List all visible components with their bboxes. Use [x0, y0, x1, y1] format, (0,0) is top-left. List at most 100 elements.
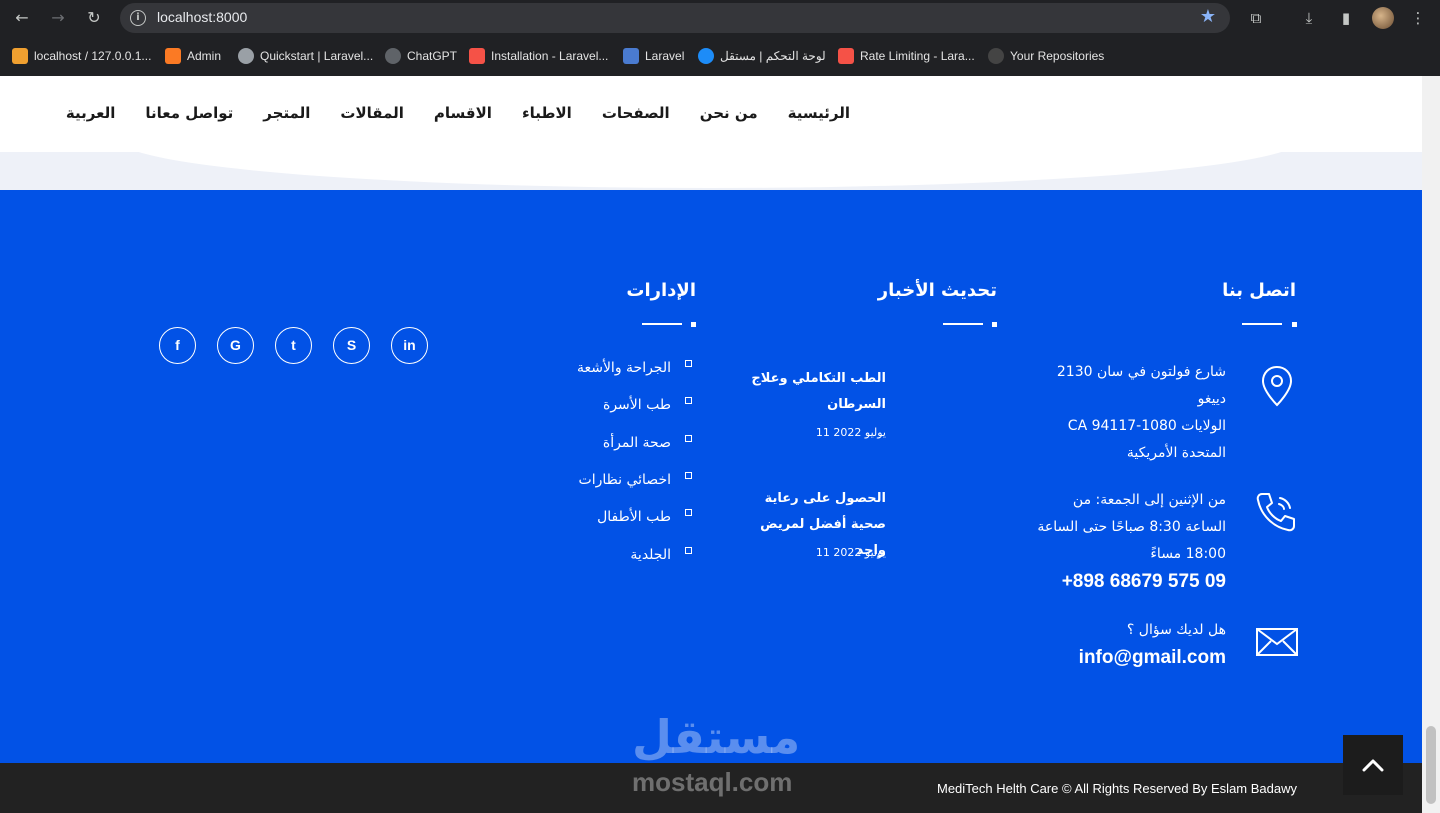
- nav-contact[interactable]: تواصل معانا: [145, 104, 233, 128]
- bookmark-label: localhost / 127.0.0.1...: [34, 49, 152, 63]
- address-bar[interactable]: i localhost:8000 ★: [120, 3, 1230, 33]
- section-divider-wave: [0, 152, 1422, 190]
- title-underline: [943, 323, 983, 325]
- laravel-icon: [469, 48, 485, 64]
- department-link[interactable]: طب الأسرة: [603, 397, 671, 413]
- bookmark-label: Your Repositories: [1010, 49, 1105, 63]
- bookmark-item[interactable]: Quickstart | Laravel...: [238, 47, 373, 65]
- copyright-text: MediTech Helth Care © All Rights Reserve…: [936, 781, 1297, 796]
- side-panel-icon[interactable]: ▮: [1335, 7, 1357, 29]
- skype-icon[interactable]: S: [333, 327, 370, 364]
- news-title: تحديث الأخبار: [877, 280, 997, 301]
- nav-home[interactable]: الرئيسية: [788, 104, 850, 128]
- nav-departments[interactable]: الاقسام: [434, 104, 492, 128]
- menu-icon[interactable]: ⋮: [1407, 7, 1429, 29]
- contact-question: هل لديك سؤال ؟: [1126, 622, 1226, 638]
- hours-line: الساعة 8:30 صباحًا حتى الساعة: [1037, 519, 1226, 535]
- address-line: المتحدة الأمريكية: [1126, 445, 1226, 461]
- title-dot: [1292, 322, 1297, 327]
- bookmark-label: Rate Limiting - Lara...: [860, 49, 975, 63]
- bookmark-item[interactable]: Rate Limiting - Lara...: [838, 47, 975, 65]
- forward-icon[interactable]: →: [46, 6, 70, 30]
- nav-pages[interactable]: الصفحات: [602, 104, 670, 128]
- profile-avatar[interactable]: [1372, 7, 1394, 29]
- bookmark-label: ChatGPT: [407, 49, 458, 63]
- news-item-title[interactable]: الطب التكاملي وعلاج السرطان: [736, 366, 886, 418]
- site-footer: اتصل بنا شارع فولتون في سان 2130 دييغو ا…: [0, 190, 1422, 764]
- title-underline: [1242, 323, 1282, 325]
- contact-phone[interactable]: +898 68679 575 09: [1062, 571, 1226, 593]
- chevron-up-icon: [1362, 759, 1384, 772]
- mostaql-icon: [698, 48, 714, 64]
- department-link[interactable]: طب الأطفال: [597, 509, 671, 525]
- watermark-logo: مستقل: [632, 710, 801, 764]
- contact-email[interactable]: info@gmail.com: [1079, 647, 1226, 669]
- title-dot: [992, 322, 997, 327]
- scroll-to-top-button[interactable]: [1343, 735, 1403, 795]
- bookmark-item[interactable]: ChatGPT: [385, 47, 457, 65]
- list-bullet-icon: [685, 397, 692, 404]
- watermark-text: mostaql.com: [632, 767, 793, 797]
- nav-store[interactable]: المتجر: [263, 104, 310, 128]
- contact-address: شارع فولتون في سان 2130 دييغو الولايات C…: [1026, 359, 1226, 467]
- site-header: الرئيسية من نحن الصفحات الاطباء الاقسام …: [0, 76, 1422, 152]
- nav-articles[interactable]: المقالات: [340, 104, 404, 128]
- download-icon[interactable]: ⤓: [1298, 7, 1320, 29]
- back-icon[interactable]: ←: [10, 6, 34, 30]
- list-bullet-icon: [685, 547, 692, 554]
- address-line: شارع فولتون في سان 2130: [1056, 364, 1226, 380]
- address-line: دييغو: [1197, 391, 1226, 407]
- site-info-icon[interactable]: i: [130, 10, 146, 26]
- contact-title: اتصل بنا: [1222, 280, 1296, 301]
- laravel-icon: [623, 48, 639, 64]
- list-bullet-icon: [685, 472, 692, 479]
- nav-language[interactable]: العربية: [66, 104, 115, 128]
- envelope-icon: [1256, 628, 1298, 656]
- nav-doctors[interactable]: الاطباء: [522, 104, 572, 128]
- news-item-date: يوليو 2022 11: [815, 426, 886, 439]
- page-scrollbar[interactable]: [1422, 76, 1440, 813]
- bookmark-label: Laravel: [645, 49, 685, 63]
- bookmark-item[interactable]: Your Repositories: [988, 47, 1104, 65]
- bookmark-item[interactable]: localhost / 127.0.0.1...: [12, 47, 151, 65]
- hours-line: 18:00 مساءً: [1150, 546, 1226, 562]
- address-line: الولايات CA 94117-1080: [1067, 418, 1226, 434]
- bookmarks-bar: localhost / 127.0.0.1... Admin Quickstar…: [0, 36, 1440, 76]
- contact-hours: من الإثنين إلى الجمعة: من الساعة 8:30 صب…: [1026, 487, 1226, 568]
- twitter-icon[interactable]: t: [275, 327, 312, 364]
- scrollbar-thumb[interactable]: [1426, 726, 1436, 804]
- location-pin-icon: [1261, 365, 1293, 407]
- browser-toolbar: ← → ↻ i localhost:8000 ★ ⧉ ⤓ ▮ ⋮: [0, 0, 1440, 36]
- list-bullet-icon: [685, 435, 692, 442]
- bookmark-item[interactable]: لوحة التحكم | مستقل: [698, 47, 826, 65]
- url-text[interactable]: localhost:8000: [157, 9, 247, 25]
- bookmark-label: Installation - Laravel...: [491, 49, 609, 63]
- hours-line: من الإثنين إلى الجمعة: من: [1072, 492, 1226, 508]
- news-item-date: يوليو 2022 11: [815, 546, 886, 559]
- bookmark-item[interactable]: Installation - Laravel...: [469, 47, 608, 65]
- bookmark-star-icon[interactable]: ★: [1200, 6, 1216, 27]
- copyright-bar: mostaql.com MediTech Helth Care © All Ri…: [0, 763, 1422, 813]
- department-link[interactable]: اخصائي نظارات: [579, 472, 671, 488]
- bookmark-item[interactable]: Admin: [165, 47, 221, 65]
- linkedin-icon[interactable]: in: [391, 327, 428, 364]
- departments-list: الجراحة والأشعة طب الأسرة صحة المرأة اخص…: [560, 355, 696, 575]
- reload-icon[interactable]: ↻: [82, 6, 106, 30]
- title-dot: [691, 322, 696, 327]
- department-link[interactable]: صحة المرأة: [603, 435, 671, 451]
- department-link[interactable]: الجلدية: [630, 547, 671, 563]
- google-icon[interactable]: G: [217, 327, 254, 364]
- github-icon: [988, 48, 1004, 64]
- nav-about[interactable]: من نحن: [700, 104, 758, 128]
- xampp-icon: [165, 48, 181, 64]
- facebook-icon[interactable]: f: [159, 327, 196, 364]
- department-link[interactable]: الجراحة والأشعة: [577, 360, 671, 376]
- bookmark-label: Admin: [187, 49, 222, 63]
- list-bullet-icon: [685, 509, 692, 516]
- bookmark-label: لوحة التحكم | مستقل: [720, 49, 826, 63]
- bookmark-item[interactable]: Laravel: [623, 47, 684, 65]
- chatgpt-icon: [385, 48, 401, 64]
- departments-title: الإدارات: [626, 280, 696, 301]
- phpmyadmin-icon: [12, 48, 28, 64]
- extensions-icon[interactable]: ⧉: [1245, 7, 1267, 29]
